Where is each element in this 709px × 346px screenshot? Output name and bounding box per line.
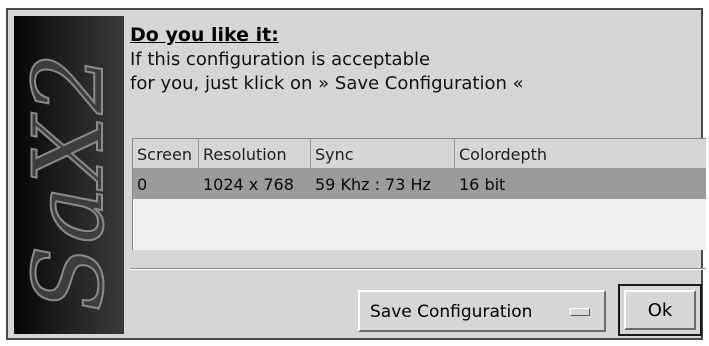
column-header-resolution[interactable]: Resolution [199, 139, 311, 169]
description-line-2: for you, just klick on » Save Configurat… [130, 73, 524, 94]
dialog-heading: Do you like it: [130, 24, 279, 46]
action-select-value: Save Configuration [370, 302, 533, 322]
action-select[interactable]: Save Configuration [358, 290, 606, 332]
sax2-logo-panel: SaX2 [14, 16, 124, 334]
table-header: Screen Resolution Sync Colordepth [133, 139, 706, 169]
sax2-dialog: SaX2 Do you like it: If this configurati… [6, 8, 706, 340]
column-header-colordepth[interactable]: Colordepth [455, 139, 706, 169]
dropdown-indicator-icon [570, 308, 590, 316]
cell-screen: 0 [137, 175, 148, 194]
configuration-table: Screen Resolution Sync Colordepth 0 1024… [132, 138, 706, 250]
ok-button-frame: Ok [618, 284, 702, 336]
column-header-sync[interactable]: Sync [311, 139, 455, 169]
table-row[interactable]: 0 1024 x 768 59 Khz : 73 Hz 16 bit [133, 169, 706, 199]
sax2-logo: SaX2 [14, 50, 124, 312]
cell-sync: 59 Khz : 73 Hz [315, 175, 431, 194]
divider [130, 268, 706, 270]
cell-resolution: 1024 x 768 [203, 175, 294, 194]
ok-button[interactable]: Ok [624, 290, 696, 330]
dialog-description: If this configuration is acceptable for … [130, 48, 524, 96]
column-header-screen[interactable]: Screen [133, 139, 199, 169]
cell-colordepth: 16 bit [459, 175, 506, 194]
description-line-1: If this configuration is acceptable [130, 49, 431, 70]
